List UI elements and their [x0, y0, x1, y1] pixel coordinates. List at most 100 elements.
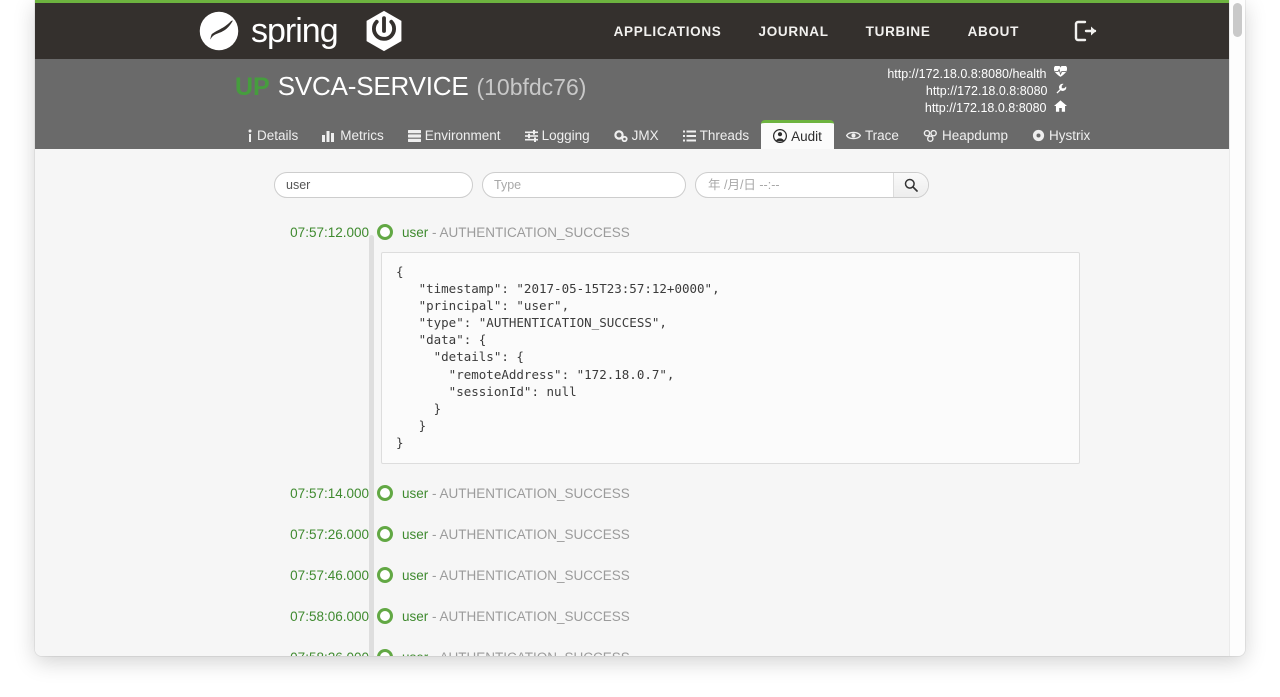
tab-label-details: Details [257, 128, 298, 143]
audit-event-status-dot [377, 485, 393, 501]
audit-filters [35, 172, 1229, 198]
audit-event-status-dot [377, 608, 393, 624]
tab-heapdump[interactable]: Heapdump [911, 122, 1020, 149]
nav-links: APPLICATIONS JOURNAL TURBINE ABOUT [614, 20, 1098, 42]
info-icon [247, 129, 253, 143]
audit-event-type: AUTHENTICATION_SUCCESS [440, 486, 630, 501]
audit-event-type: AUTHENTICATION_SUCCESS [440, 527, 630, 542]
list-icon [683, 130, 696, 142]
tab-details[interactable]: Details [235, 122, 310, 149]
audit-event-row[interactable]: 07:58:06.000 user - AUTHENTICATION_SUCCE… [35, 605, 1229, 627]
desktop-background: spring APPLICATIONS JOURNAL TURBINE ABOU… [0, 0, 1280, 697]
spring-boot-power-icon [362, 9, 406, 53]
audit-event-separator: - [428, 486, 439, 501]
tab-label-audit: Audit [791, 129, 822, 144]
wrench-icon [1055, 83, 1067, 100]
brand[interactable]: spring [198, 9, 406, 53]
page-viewport: spring APPLICATIONS JOURNAL TURBINE ABOU… [35, 0, 1229, 656]
bar-chart-icon [322, 130, 336, 142]
tab-hystrix[interactable]: Hystrix [1020, 122, 1102, 149]
audit-event-header[interactable]: 07:58:26.000 user - AUTHENTICATION_SUCCE… [274, 646, 630, 656]
principal-input[interactable] [274, 172, 473, 198]
service-url-row[interactable]: http://172.18.0.8:8080 [887, 100, 1067, 117]
health-url-row[interactable]: http://172.18.0.8:8080/health [887, 66, 1067, 83]
home-icon [1054, 100, 1067, 117]
audit-event-header[interactable]: 07:57:12.000 user - AUTHENTICATION_SUCCE… [274, 221, 630, 243]
audit-event-time: 07:58:06.000 [274, 609, 369, 624]
server-icon [408, 130, 421, 142]
audit-event-principal: user [402, 650, 428, 656]
nav-link-turbine[interactable]: TURBINE [866, 24, 931, 39]
eye-icon [846, 130, 861, 141]
application-name: SVCA-SERVICE [278, 71, 469, 102]
audit-event-separator: - [428, 609, 439, 624]
top-navbar: spring APPLICATIONS JOURNAL TURBINE ABOU… [35, 3, 1229, 59]
audit-event-label: user - AUTHENTICATION_SUCCESS [402, 527, 630, 542]
datetime-input[interactable] [696, 173, 893, 197]
tab-label-threads: Threads [700, 128, 750, 143]
tab-label-environment: Environment [425, 128, 501, 143]
audit-page: 07:57:12.000 user - AUTHENTICATION_SUCCE… [35, 149, 1229, 656]
page-scrollbar[interactable] [1229, 0, 1245, 656]
audit-event-row[interactable]: 07:57:46.000 user - AUTHENTICATION_SUCCE… [35, 564, 1229, 586]
audit-event-separator: - [428, 225, 439, 240]
scrollbar-thumb[interactable] [1233, 3, 1242, 37]
audit-event-row[interactable]: 07:58:26.000 user - AUTHENTICATION_SUCCE… [35, 646, 1229, 656]
audit-event-header[interactable]: 07:58:06.000 user - AUTHENTICATION_SUCCE… [274, 605, 630, 627]
tab-label-metrics: Metrics [340, 128, 384, 143]
audit-event-row[interactable]: 07:57:26.000 user - AUTHENTICATION_SUCCE… [35, 523, 1229, 545]
detail-tabbar: Details Metrics Environment Logging JMX [35, 120, 1229, 149]
tab-label-logging: Logging [542, 128, 590, 143]
nav-link-journal[interactable]: JOURNAL [759, 24, 829, 39]
search-button[interactable] [893, 173, 928, 197]
audit-event-header[interactable]: 07:57:46.000 user - AUTHENTICATION_SUCCE… [274, 564, 630, 586]
audit-event-principal: user [402, 225, 428, 240]
tab-logging[interactable]: Logging [513, 122, 602, 149]
audit-event-header[interactable]: 07:57:26.000 user - AUTHENTICATION_SUCCE… [274, 523, 630, 545]
audit-event-time: 07:57:26.000 [274, 527, 369, 542]
audit-event-separator: - [428, 650, 439, 656]
tab-label-hystrix: Hystrix [1049, 128, 1090, 143]
tab-trace[interactable]: Trace [834, 122, 911, 149]
audit-event-principal: user [402, 568, 428, 583]
cogs-icon [614, 130, 628, 142]
nav-link-applications[interactable]: APPLICATIONS [614, 24, 722, 39]
tab-metrics[interactable]: Metrics [310, 122, 396, 149]
audit-event-type: AUTHENTICATION_SUCCESS [440, 568, 630, 583]
audit-event-json: { "timestamp": "2017-05-15T23:57:12+0000… [396, 263, 1065, 451]
audit-event-label: user - AUTHENTICATION_SUCCESS [402, 650, 630, 656]
audit-event-row[interactable]: 07:57:12.000 user - AUTHENTICATION_SUCCE… [35, 221, 1229, 243]
management-url-row[interactable]: http://172.18.0.8:8080 [887, 83, 1067, 100]
tab-label-heapdump: Heapdump [942, 128, 1008, 143]
audit-event-type: AUTHENTICATION_SUCCESS [440, 609, 630, 624]
gear-icon [1032, 129, 1045, 142]
audit-event-separator: - [428, 568, 439, 583]
spring-logo: spring [198, 10, 338, 52]
tab-label-jmx: JMX [632, 128, 659, 143]
audit-event-principal: user [402, 486, 428, 501]
tab-threads[interactable]: Threads [671, 122, 762, 149]
logout-icon[interactable] [1074, 20, 1098, 42]
audit-event-row[interactable]: 07:57:14.000 user - AUTHENTICATION_SUCCE… [35, 482, 1229, 504]
type-input[interactable] [482, 172, 686, 198]
audit-event-status-dot [377, 526, 393, 542]
tab-environment[interactable]: Environment [396, 122, 513, 149]
audit-event-separator: - [428, 527, 439, 542]
audit-event-label: user - AUTHENTICATION_SUCCESS [402, 225, 630, 240]
browser-window: spring APPLICATIONS JOURNAL TURBINE ABOU… [35, 0, 1245, 656]
audit-event-header[interactable]: 07:57:14.000 user - AUTHENTICATION_SUCCE… [274, 482, 630, 504]
audit-event-status-dot [377, 649, 393, 656]
audit-event-label: user - AUTHENTICATION_SUCCESS [402, 486, 630, 501]
tab-audit[interactable]: Audit [761, 120, 834, 149]
tab-jmx[interactable]: JMX [602, 122, 671, 149]
audit-event-time: 07:57:46.000 [274, 568, 369, 583]
audit-event-list: 07:57:12.000 user - AUTHENTICATION_SUCCE… [35, 221, 1229, 656]
sitemap-icon [923, 130, 938, 142]
audit-event-type: AUTHENTICATION_SUCCESS [440, 225, 630, 240]
audit-event-status-dot [377, 567, 393, 583]
nav-link-about[interactable]: ABOUT [968, 24, 1020, 39]
service-url-text: http://172.18.0.8:8080 [925, 101, 1047, 115]
tab-label-trace: Trace [865, 128, 899, 143]
audit-event-time: 07:57:14.000 [274, 486, 369, 501]
application-instance-id: (10bfdc76) [476, 74, 586, 101]
